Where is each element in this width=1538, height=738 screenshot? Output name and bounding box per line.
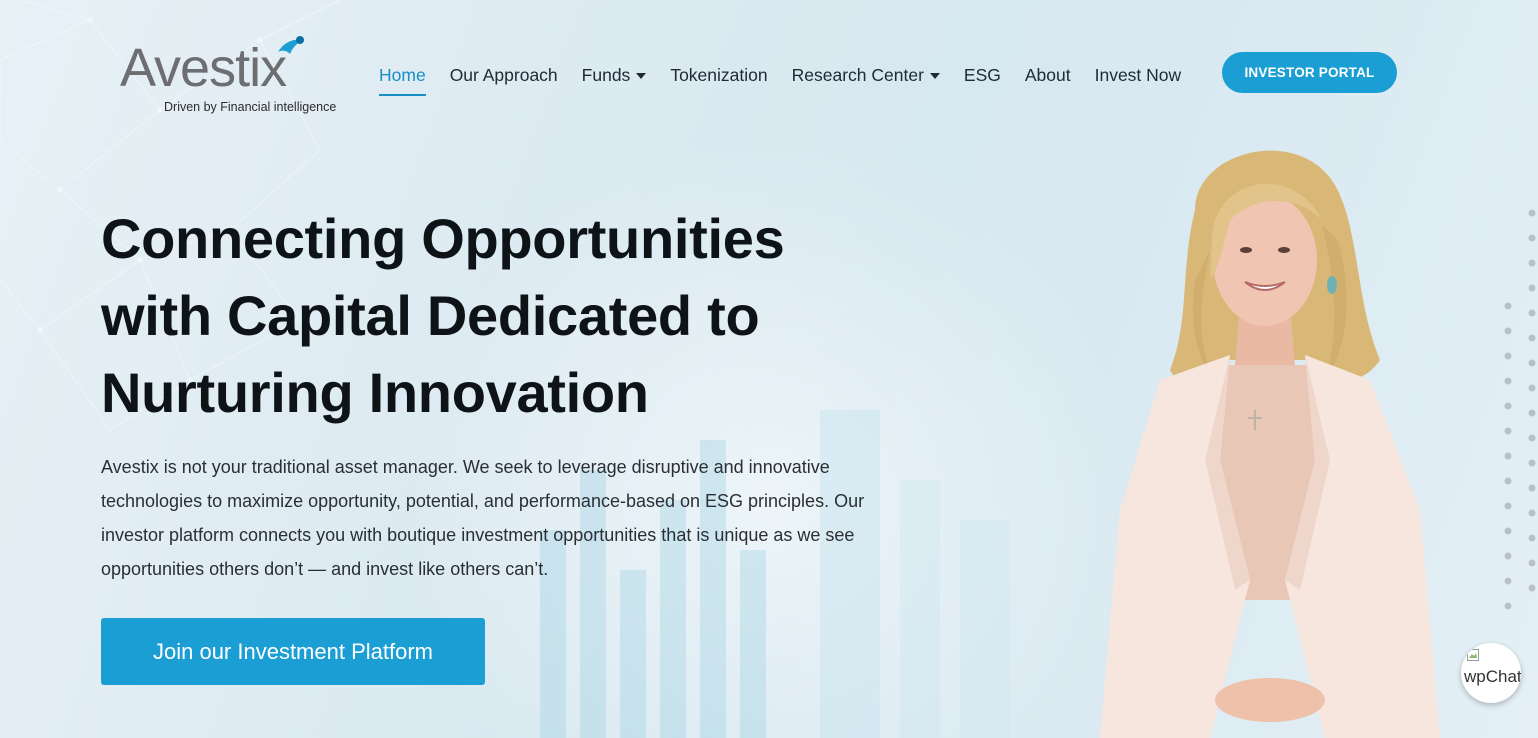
nav-item-label: Tokenization xyxy=(670,64,768,85)
nav-item-label: ESG xyxy=(963,64,1001,85)
broken-image-icon xyxy=(1467,649,1479,661)
hero-title: Connecting Opportunities with Capital De… xyxy=(101,200,861,431)
nav-item-our-approach[interactable]: Our Approach xyxy=(450,60,558,90)
hero-title-line: Connecting Opportunities xyxy=(101,207,785,270)
nav-item-label: Home xyxy=(379,64,426,85)
nav-item-label: Research Center xyxy=(791,64,924,85)
nav-item-tokenization[interactable]: Tokenization xyxy=(670,60,767,90)
nav-item-home[interactable]: Home xyxy=(379,60,426,96)
nav-item-funds[interactable]: Funds xyxy=(582,60,647,90)
main-nav: Home Our Approach Funds Tokenization Res… xyxy=(379,60,1205,100)
nav-item-label: Invest Now xyxy=(1094,64,1182,85)
logo-wordmark: Avestix xyxy=(120,38,287,98)
nav-item-label: Funds xyxy=(581,64,631,85)
avestix-logo[interactable]: Avestix Driven by Financial intelligence xyxy=(120,34,340,118)
nav-item-invest-now[interactable]: Invest Now xyxy=(1095,60,1182,90)
join-investment-platform-button[interactable]: Join our Investment Platform xyxy=(101,618,485,685)
hero-description: Avestix is not your traditional asset ma… xyxy=(101,457,865,579)
logo-tagline: Driven by Financial intelligence xyxy=(164,100,337,114)
chat-widget-button[interactable]: wpChat xyxy=(1461,643,1521,703)
hero-title-line: Nurturing Innovation xyxy=(101,361,649,424)
caret-down-icon xyxy=(636,72,647,79)
chat-widget-alt-text: wpChat xyxy=(1464,667,1521,686)
nav-item-research-center[interactable]: Research Center xyxy=(792,60,940,90)
investor-portal-button[interactable]: INVESTOR PORTAL xyxy=(1222,52,1397,93)
nav-item-about[interactable]: About xyxy=(1025,60,1071,90)
dots-decoration xyxy=(1504,209,1536,610)
hero-title-line: with Capital Dedicated to xyxy=(101,284,760,347)
nav-item-label: About xyxy=(1024,64,1071,85)
nav-item-esg[interactable]: ESG xyxy=(964,60,1001,90)
nav-item-label: Our Approach xyxy=(449,64,558,85)
caret-down-icon xyxy=(929,72,940,79)
spokesperson-photo xyxy=(1100,150,1440,738)
